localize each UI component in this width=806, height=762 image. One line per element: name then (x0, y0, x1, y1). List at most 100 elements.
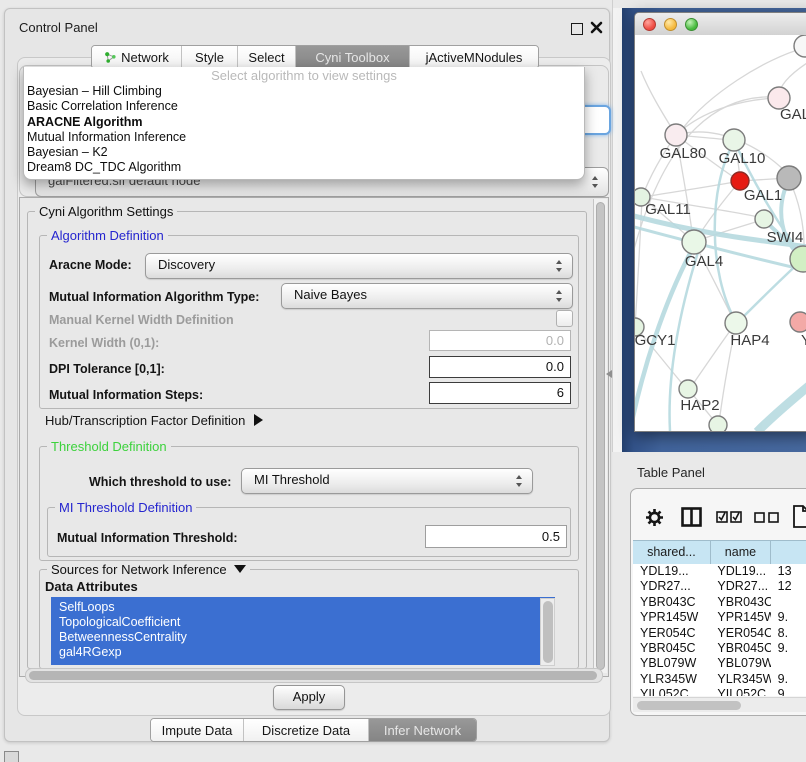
node-gal80[interactable] (665, 124, 687, 146)
tab-network[interactable]: Network (92, 46, 181, 68)
kernel-width-field[interactable]: 0.0 (429, 330, 571, 351)
cell: YDL19... (710, 564, 770, 579)
apply-button[interactable]: Apply (273, 685, 345, 710)
attribute-item-selected[interactable]: SelfLoops (51, 600, 555, 615)
algorithm-option[interactable]: Bayesian – Hill Climbing (24, 84, 584, 99)
cell: YLR345W (710, 672, 770, 687)
algorithm-option[interactable]: Bayesian – K2 (24, 145, 584, 160)
node-label: Y (801, 332, 806, 349)
select-all-checkboxes-icon[interactable] (716, 511, 742, 523)
minimize-traffic-light-icon[interactable] (664, 18, 677, 31)
node-label: GAL11 (645, 201, 691, 218)
tab-style[interactable]: Style (181, 46, 237, 68)
table-row[interactable]: YLR345W YLR345W 9. (633, 672, 806, 687)
new-document-icon[interactable] (793, 505, 806, 528)
column-header-shared-name[interactable]: shared... (633, 541, 711, 564)
cell: YBR045C (633, 641, 710, 656)
sources-group-toggle[interactable]: Sources for Network Inference (47, 562, 250, 577)
cell (771, 595, 806, 610)
node-hap2[interactable] (679, 380, 697, 398)
table-header-row: shared... name (633, 540, 806, 565)
mi-algorithm-type-combo[interactable]: Naive Bayes (281, 283, 573, 309)
hub-definition-toggle[interactable]: Hub/Transcription Factor Definition (45, 413, 263, 428)
scrollbar-thumb[interactable] (29, 671, 597, 680)
cell: YBL079W (710, 656, 770, 671)
mi-threshold-field[interactable]: 0.5 (425, 525, 567, 548)
aracne-mode-combo[interactable]: Discovery (145, 253, 573, 279)
cell: 8. (771, 626, 806, 641)
attribute-item-selected[interactable]: TopologicalCoefficient (51, 615, 555, 630)
which-threshold-combo[interactable]: MI Threshold (241, 468, 533, 494)
cell: YPR145W (710, 610, 770, 625)
stepper-icon (556, 260, 563, 272)
expand-right-icon (254, 414, 263, 426)
table-row[interactable]: YBL079W YBL079W (633, 656, 806, 671)
node-hap4[interactable] (725, 312, 747, 334)
table-row[interactable]: YIL052C YIL052C 9. (633, 687, 806, 696)
cell: YIL052C (710, 687, 770, 696)
algorithm-option[interactable]: Basic Correlation Inference (24, 99, 584, 114)
table-row[interactable]: YDR27... YDR27... 12 (633, 579, 806, 594)
cell: 13 (771, 564, 806, 579)
algorithm-option[interactable]: Dream8 DC_TDC Algorithm (24, 160, 584, 175)
tab-discretize-data[interactable]: Discretize Data (243, 719, 368, 741)
which-threshold-value: MI Threshold (242, 469, 532, 491)
network-window-titlebar[interactable] (635, 13, 806, 36)
manual-kernel-width-checkbox[interactable] (556, 310, 573, 327)
screen: Control Panel Network Style Select Cyni … (0, 0, 806, 762)
settings-vertical-scrollbar[interactable] (593, 199, 607, 673)
table-row[interactable]: YPR145W YPR145W 9. (633, 610, 806, 625)
aracne-mode-value: Discovery (146, 254, 572, 276)
mi-steps-field[interactable]: 6 (429, 382, 571, 404)
table-row[interactable]: YER054C YER054C 8. (633, 626, 806, 641)
tab-jactivemnodules[interactable]: jActiveMNodules (409, 46, 538, 68)
zoom-traffic-light-icon[interactable] (685, 18, 698, 31)
collapsed-panel-fragment[interactable] (4, 751, 19, 762)
table-row[interactable]: YBR045C YBR045C 9. (633, 641, 806, 656)
split-columns-icon[interactable] (681, 507, 702, 527)
panel-divider-strip (613, 8, 622, 452)
float-window-icon[interactable] (571, 23, 583, 35)
collapse-left-arrow-icon[interactable] (606, 370, 612, 378)
settings-horizontal-scrollbar[interactable] (25, 668, 603, 683)
tab-infer-network[interactable]: Infer Network (368, 719, 476, 741)
scrollbar-thumb[interactable] (596, 202, 605, 670)
cell: YDR27... (633, 579, 710, 594)
attribute-list-scrollbar[interactable] (540, 598, 555, 666)
close-icon[interactable] (590, 21, 603, 34)
node-label: GCY1 (635, 332, 675, 349)
node-y-pink[interactable] (790, 312, 806, 332)
node-gal10[interactable] (723, 129, 745, 151)
cell: 9. (771, 672, 806, 687)
node-unlabeled-bottom[interactable] (709, 416, 727, 431)
column-header-clipped[interactable] (771, 541, 806, 564)
tab-select[interactable]: Select (237, 46, 295, 68)
node-label: GAL1 (744, 187, 782, 204)
tab-impute-data[interactable]: Impute Data (151, 719, 243, 741)
table-row[interactable]: YDL19... YDL19... 13 (633, 564, 806, 579)
deselect-checkboxes-icon[interactable] (754, 512, 780, 523)
scrollbar-thumb[interactable] (637, 701, 741, 710)
kernel-width-label: Kernel Width (0,1): (49, 336, 159, 350)
scrollbar-thumb[interactable] (543, 601, 553, 663)
algorithm-dropdown-popup: Select algorithm to view settings Bayesi… (23, 67, 585, 180)
sources-group-title: Sources for Network Inference (51, 562, 227, 577)
algorithm-option-selected[interactable]: ARACNE Algorithm (24, 115, 584, 130)
algorithm-option[interactable]: Mutual Information Inference (24, 130, 584, 145)
table-horizontal-scrollbar[interactable] (633, 697, 806, 712)
table-body: YDL19... YDL19... 13 YDR27... YDR27... 1… (633, 564, 806, 696)
attribute-item-selected[interactable]: BetweennessCentrality (51, 630, 555, 645)
algorithm-definition-title: Algorithm Definition (47, 228, 168, 243)
attribute-item-selected[interactable]: gal4RGexp (51, 645, 555, 660)
aracne-mode-label: Aracne Mode: (49, 258, 132, 272)
column-header-name[interactable]: name (711, 541, 771, 564)
node-swi4[interactable] (755, 210, 773, 228)
settings-gear-icon[interactable] (645, 508, 664, 527)
node-gal4[interactable] (682, 230, 706, 254)
network-canvas[interactable]: GAL80 GAL10 GAL1 GAL11 GAL4 SWI4 GCY1 HA… (635, 35, 806, 431)
stepper-icon (592, 176, 599, 188)
close-traffic-light-icon[interactable] (643, 18, 656, 31)
dpi-tolerance-field[interactable]: 0.0 (429, 356, 571, 378)
table-row[interactable]: YBR043C YBR043C (633, 595, 806, 610)
tab-cyni-toolbox[interactable]: Cyni Toolbox (295, 46, 409, 68)
